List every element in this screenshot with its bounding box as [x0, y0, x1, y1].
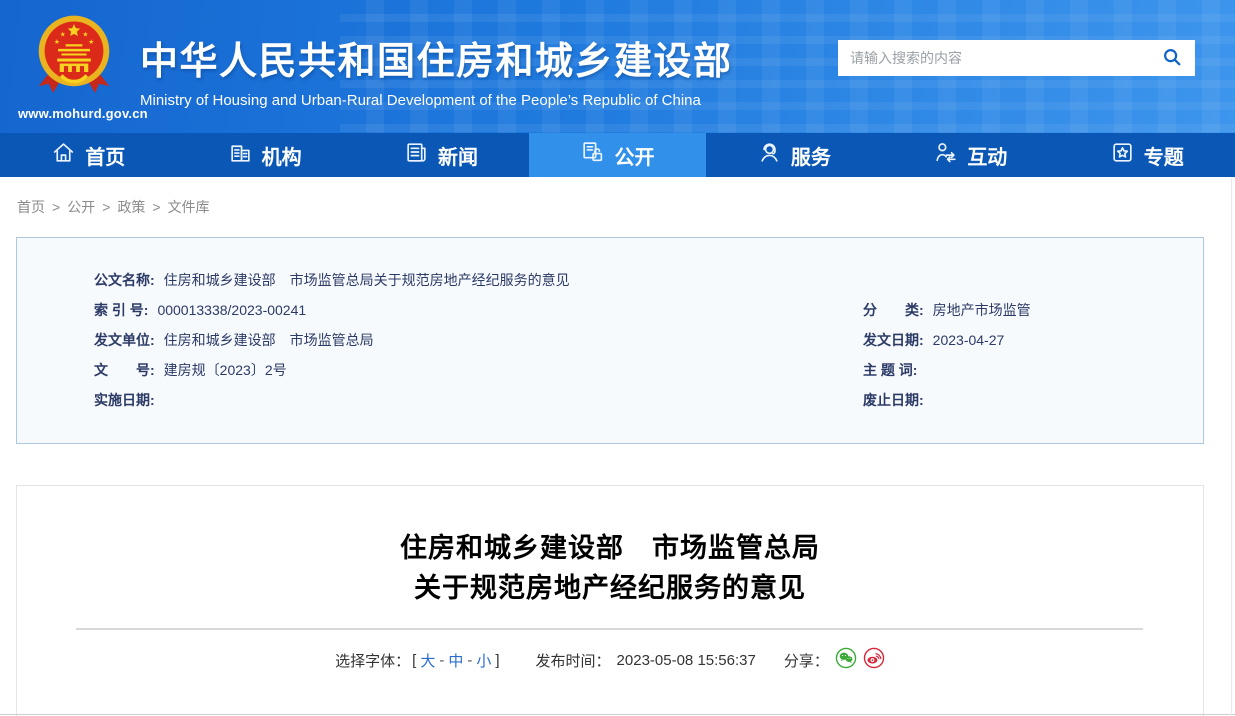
dash-separator: -	[439, 651, 445, 669]
home-icon	[51, 140, 76, 171]
nav-item-topics[interactable]: 专题	[1059, 133, 1235, 177]
breadcrumb-policy[interactable]: 政策	[117, 197, 145, 217]
meta-row: 文 号: 建房规〔2023〕2号 主 题 词:	[94, 355, 1203, 385]
meta-label-repeal-date: 废止日期:	[863, 392, 924, 408]
news-icon	[404, 140, 429, 171]
search-button[interactable]	[1149, 40, 1195, 76]
meta-label-issue-date: 发文日期:	[863, 332, 924, 348]
breadcrumb-separator: >	[52, 199, 61, 215]
nav-item-interaction[interactable]: 互动	[882, 133, 1058, 177]
meta-label-effective-date: 实施日期:	[94, 392, 155, 408]
nav-item-organization[interactable]: 机构	[176, 133, 352, 177]
nav-item-news[interactable]: 新闻	[353, 133, 529, 177]
svg-text:★: ★	[82, 32, 88, 39]
breadcrumb-home[interactable]: 首页	[17, 197, 45, 217]
article-toolbar: 选择字体： [ 大 - 中 - 小 ] 发布时间： 2023-05-08 15:…	[17, 647, 1203, 673]
national-emblem-icon: ★ ★ ★ ★	[32, 15, 116, 104]
breadcrumb-separator: >	[152, 199, 161, 215]
page: ★ ★ ★ ★ www.mohurd.gov.cn 中华人民共和国住房和城乡建设…	[0, 0, 1235, 716]
publish-time-label: 发布时间：	[535, 652, 611, 670]
site-url: www.mohurd.gov.cn	[18, 106, 148, 121]
nav-label: 新闻	[438, 146, 479, 169]
nav-item-service[interactable]: 服务	[706, 133, 882, 177]
meta-value-index-number: 000013338/2023-00241	[157, 302, 307, 318]
meta-label-category: 分 类:	[863, 302, 924, 318]
bracket-open: [	[412, 651, 417, 669]
article-title-line2: 关于规范房地产经纪服务的意见	[414, 573, 806, 603]
nav-label: 机构	[261, 146, 302, 169]
meta-label-subject-words: 主 题 词:	[863, 362, 918, 378]
meta-label-doc-number: 文 号:	[94, 362, 155, 378]
font-size-large-link[interactable]: 大	[420, 650, 435, 671]
disclosure-icon	[580, 140, 605, 171]
publish-time-value: 2023-05-08 15:56:37	[616, 651, 756, 669]
search-box	[838, 40, 1195, 76]
svg-text:★: ★	[54, 39, 60, 46]
site-brand: ★ ★ ★ ★ www.mohurd.gov.cn 中华人民共和国住房和城乡建设…	[18, 12, 733, 121]
breadcrumb-library[interactable]: 文件库	[168, 197, 210, 217]
breadcrumb-separator: >	[102, 199, 111, 215]
meta-label-doc-name: 公文名称:	[94, 272, 155, 288]
meta-row: 实施日期: 废止日期:	[94, 385, 1203, 415]
meta-row: 发文单位: 住房和城乡建设部 市场监管总局 发文日期: 2023-04-27	[94, 325, 1203, 355]
search-input[interactable]	[838, 50, 1149, 66]
site-title: 中华人民共和国住房和城乡建设部	[140, 41, 733, 83]
meta-value-issue-date: 2023-04-27	[932, 332, 1005, 348]
breadcrumb: 首页 > 公开 > 政策 > 文件库	[0, 177, 1235, 237]
font-size-small-link[interactable]: 小	[476, 650, 491, 671]
content-right-edge	[1231, 178, 1232, 716]
document-meta-box: 公文名称: 住房和城乡建设部 市场监管总局关于规范房地产经纪服务的意见 索 引 …	[16, 237, 1204, 444]
nav-label: 公开	[614, 146, 655, 169]
svg-text:★: ★	[88, 39, 94, 46]
breadcrumb-disclosure[interactable]: 公开	[67, 197, 95, 217]
search-icon	[1161, 46, 1183, 71]
meta-label-index-number: 索 引 号:	[94, 302, 149, 318]
meta-value-category: 房地产市场监管	[932, 302, 1031, 318]
service-icon	[757, 140, 782, 171]
nav-item-home[interactable]: 首页	[0, 133, 176, 177]
weibo-icon	[863, 647, 885, 673]
interaction-icon	[933, 140, 958, 171]
organization-icon	[228, 140, 253, 171]
site-subtitle-english: Ministry of Housing and Urban-Rural Deve…	[140, 92, 701, 109]
meta-value-issuing-unit: 住房和城乡建设部 市场监管总局	[163, 332, 374, 348]
meta-label-issuing-unit: 发文单位:	[94, 332, 155, 348]
article-title: 住房和城乡建设部 市场监管总局 关于规范房地产经纪服务的意见	[17, 528, 1203, 608]
meta-value-doc-name: 住房和城乡建设部 市场监管总局关于规范房地产经纪服务的意见	[163, 272, 570, 288]
nav-label: 专题	[1143, 146, 1184, 169]
wechat-icon	[835, 647, 857, 673]
main-nav: 首页 机构 新闻 公开 服务 互动 专题	[0, 133, 1235, 177]
topics-icon	[1110, 140, 1135, 171]
meta-row: 索 引 号: 000013338/2023-00241 分 类: 房地产市场监管	[94, 295, 1203, 325]
svg-text:★: ★	[60, 32, 66, 39]
site-header: ★ ★ ★ ★ www.mohurd.gov.cn 中华人民共和国住房和城乡建设…	[0, 0, 1235, 133]
meta-row: 公文名称: 住房和城乡建设部 市场监管总局关于规范房地产经纪服务的意见	[94, 265, 1203, 295]
dash-separator: -	[467, 651, 473, 669]
font-size-label: 选择字体：	[335, 652, 411, 670]
nav-item-disclosure[interactable]: 公开	[529, 133, 706, 177]
share-label: 分享：	[783, 652, 829, 670]
bottom-divider	[0, 714, 1235, 715]
nav-label: 互动	[967, 146, 1008, 169]
share-weibo-button[interactable]	[863, 647, 885, 673]
article-box: 住房和城乡建设部 市场监管总局 关于规范房地产经纪服务的意见 选择字体： [ 大…	[16, 485, 1204, 716]
nav-label: 首页	[85, 146, 126, 169]
bracket-close: ]	[495, 651, 500, 669]
title-divider	[76, 628, 1143, 630]
meta-value-doc-number: 建房规〔2023〕2号	[163, 362, 287, 378]
font-size-medium-link[interactable]: 中	[448, 650, 463, 671]
share-wechat-button[interactable]	[835, 647, 857, 673]
nav-label: 服务	[790, 146, 831, 169]
article-title-line1: 住房和城乡建设部 市场监管总局	[400, 533, 820, 563]
